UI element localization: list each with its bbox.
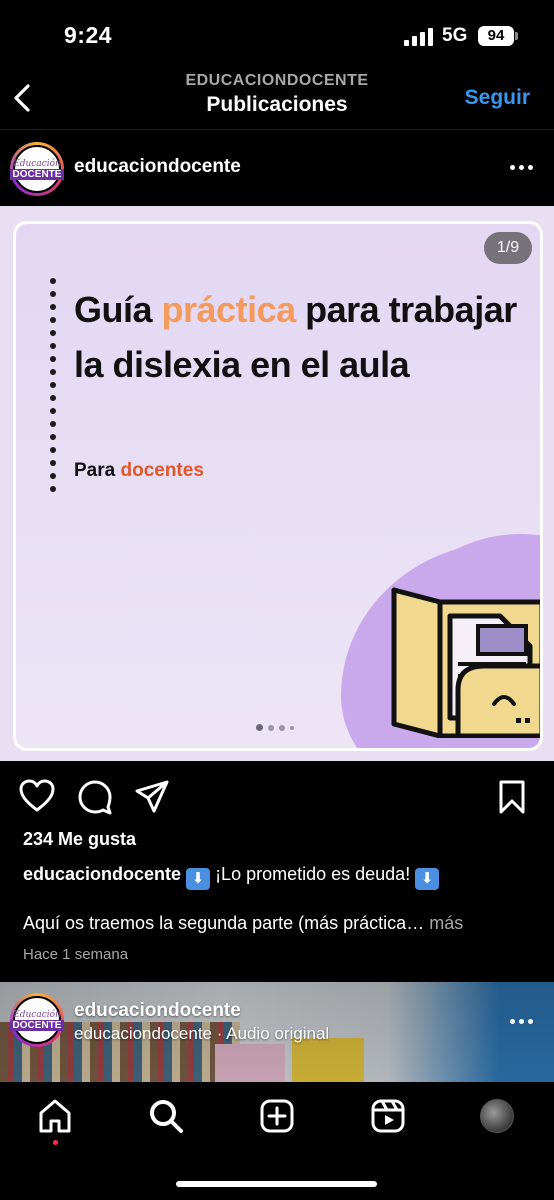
- post-username[interactable]: educaciondocente: [74, 156, 241, 178]
- caption-second-line: Aquí os traemos la segunda parte (más pr…: [23, 913, 538, 934]
- next-post-preview[interactable]: Educación DOCENTE educaciondocente educa…: [0, 982, 554, 1082]
- home-indicator: [176, 1181, 377, 1187]
- page-title: Publicaciones: [206, 93, 348, 116]
- slide-card: 1/9 Guía práctica para trabajar la disle…: [13, 221, 543, 751]
- slide-counter: 1/9: [484, 232, 532, 264]
- caption-more-link[interactable]: más: [429, 913, 463, 933]
- back-button[interactable]: [8, 78, 40, 118]
- next-post-more-button[interactable]: [510, 1019, 534, 1025]
- folder-document-icon: [391, 587, 540, 738]
- notification-dot: [53, 1140, 58, 1145]
- nav-titles: EDUCACIONDOCENTE Publicaciones: [127, 72, 427, 117]
- post-header: Educación DOCENTE educaciondocente: [0, 131, 554, 206]
- avatar-logo: Educación DOCENTE: [9, 145, 65, 193]
- slide-title-accent: práctica: [161, 289, 297, 330]
- next-post-audio[interactable]: educaciondocente · Audio original: [74, 1024, 329, 1044]
- reels-icon[interactable]: [370, 1098, 406, 1134]
- down-arrow-emoji-icon: ⬇: [415, 868, 440, 890]
- slide-title-part1: Guía: [74, 289, 162, 330]
- home-icon[interactable]: [37, 1098, 73, 1134]
- more-options-button[interactable]: [510, 165, 534, 171]
- slide-subtitle: Para docentes: [74, 460, 204, 482]
- caption-text: ¡Lo prometido es deuda!: [210, 864, 416, 884]
- bottom-tab-bar: [0, 1082, 554, 1200]
- post-actions: [0, 771, 554, 821]
- status-time: 9:24: [64, 22, 113, 48]
- profile-avatar[interactable]: [480, 1099, 514, 1133]
- follow-button[interactable]: Seguir: [465, 86, 530, 110]
- comment-icon[interactable]: [77, 779, 113, 815]
- like-count[interactable]: 234 Me gusta: [23, 829, 136, 850]
- slide-subtitle-accent: docentes: [120, 460, 204, 481]
- caption: educaciondocente ⬇ ¡Lo prometido es deud…: [23, 862, 538, 890]
- create-icon[interactable]: [259, 1098, 295, 1134]
- slide-subtitle-part1: Para: [74, 460, 121, 481]
- bookmark-icon[interactable]: [497, 779, 527, 815]
- avatar-logo-text-bottom: DOCENTE: [9, 168, 65, 180]
- down-arrow-emoji-icon: ⬇: [186, 868, 211, 890]
- avatar-logo-text-bottom: DOCENTE: [9, 1019, 65, 1031]
- next-post-avatar[interactable]: Educación DOCENTE: [9, 993, 65, 1047]
- post-timestamp: Hace 1 semana: [23, 946, 129, 963]
- status-bar: 9:24 5G 94: [0, 0, 554, 70]
- network-type: 5G: [442, 25, 468, 46]
- avatar-logo-text-top: Educación: [13, 1009, 61, 1020]
- avatar-logo-text-top: Educación: [13, 158, 61, 169]
- like-heart-icon[interactable]: [19, 779, 55, 813]
- chevron-left-icon: [14, 84, 30, 112]
- share-send-icon[interactable]: [134, 779, 170, 815]
- next-post-username[interactable]: educaciondocente: [74, 1000, 241, 1022]
- signal-icon: [404, 28, 434, 46]
- battery-icon: 94: [478, 26, 518, 46]
- decorative-dots: [50, 278, 56, 499]
- nav-header: EDUCACIONDOCENTE Publicaciones Seguir: [0, 70, 554, 130]
- post-carousel[interactable]: 1/9 Guía práctica para trabajar la disle…: [0, 206, 554, 761]
- avatar-logo: Educación DOCENTE: [9, 996, 65, 1044]
- search-icon[interactable]: [148, 1098, 184, 1134]
- caption-second-text: Aquí os traemos la segunda parte (más pr…: [23, 913, 430, 933]
- account-name: EDUCACIONDOCENTE: [185, 72, 369, 89]
- caption-username[interactable]: educaciondocente: [23, 864, 181, 884]
- avatar[interactable]: Educación DOCENTE: [9, 142, 65, 196]
- slide-title: Guía práctica para trabajar la dislexia …: [74, 282, 534, 392]
